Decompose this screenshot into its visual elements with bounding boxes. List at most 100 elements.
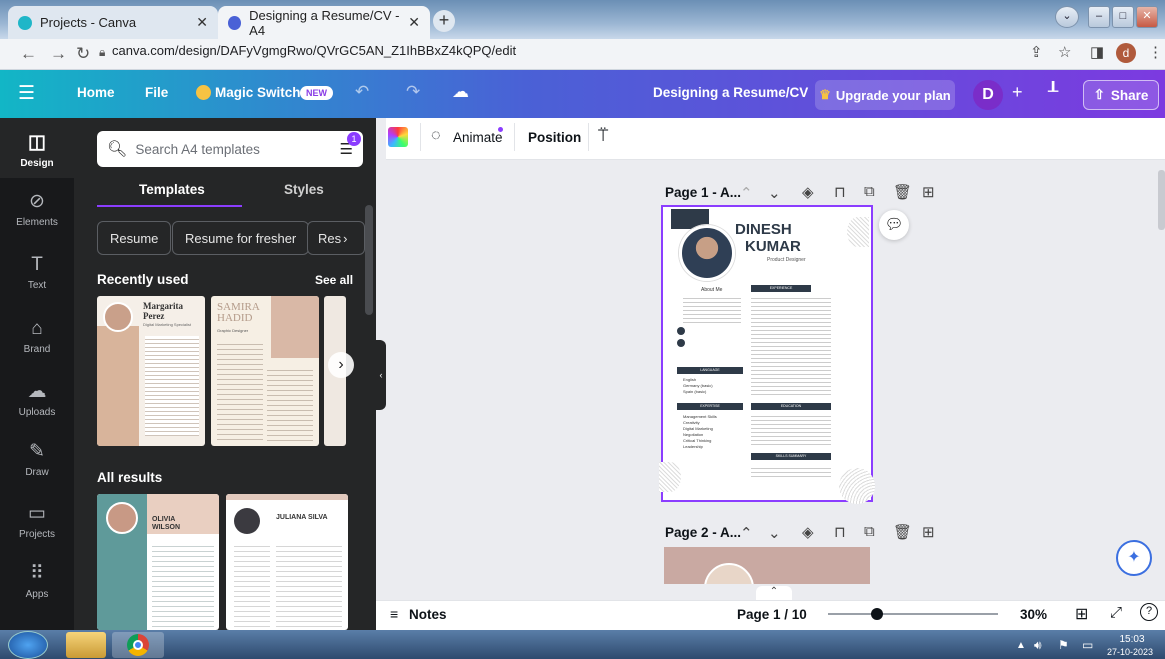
tab-styles[interactable]: Styles — [284, 182, 324, 197]
elements-icon: ⊘ — [29, 191, 45, 212]
chip-resume[interactable]: Resume — [97, 221, 172, 255]
page-panel-toggle-icon[interactable]: ⌃ — [756, 586, 792, 600]
share-button[interactable]: ⇧ Share — [1083, 80, 1159, 110]
notes-button[interactable]: Notes — [409, 607, 447, 622]
page-2-canvas[interactable] — [664, 547, 870, 584]
delete-page-icon[interactable]: 🗑︎ — [893, 183, 912, 201]
forward-icon[interactable]: → — [50, 44, 67, 64]
filter-icon[interactable]: ☰ 1 — [340, 132, 361, 158]
template-thumb-juliana[interactable]: JULIANA SILVA — [226, 494, 348, 630]
zoom-level[interactable]: 30% — [1020, 607, 1047, 622]
insights-chart-icon[interactable]: ┸ — [1048, 82, 1058, 102]
invite-plus-icon[interactable]: + — [1012, 82, 1023, 103]
panel-scrollbar[interactable] — [365, 205, 373, 315]
back-icon[interactable]: ← — [20, 44, 37, 64]
close-tab-icon[interactable]: ✕ — [196, 14, 208, 31]
page-2-label[interactable]: Page 2 - A... — [665, 525, 741, 540]
canvas-scrollbar[interactable] — [1158, 170, 1165, 230]
profile-avatar[interactable]: d — [1116, 43, 1136, 63]
rail-projects[interactable]: ▭ Projects — [0, 502, 74, 540]
grid-view-icon[interactable]: ⊞ — [1075, 604, 1088, 624]
rail-elements[interactable]: ⊘ Elements — [0, 190, 74, 228]
network-icon[interactable]: ⚑ — [1058, 638, 1069, 652]
action-center-icon[interactable]: ▭ — [1082, 638, 1093, 652]
chrome-taskbar-button[interactable] — [112, 632, 164, 658]
lock-icon: 🔒︎ — [99, 45, 106, 59]
page-down-icon[interactable]: ⌄ — [768, 524, 781, 542]
template-thumb-samira[interactable]: SAMIRA HADID Graphic Designer — [211, 296, 319, 446]
animate-button[interactable]: Animate — [453, 130, 503, 145]
browser-menu-icon[interactable]: ⋮ — [1148, 43, 1163, 61]
page-up-icon[interactable]: ⌃ — [740, 524, 753, 542]
template-thumb-olivia[interactable]: OLIVIA WILSON — [97, 494, 219, 630]
bookmark-star-icon[interactable]: ☆ — [1058, 43, 1071, 61]
page-1-label[interactable]: Page 1 - A... — [665, 185, 741, 200]
sidepanel-icon[interactable]: ◨ — [1090, 43, 1104, 61]
chip-res[interactable]: Res › — [307, 221, 365, 255]
tray-arrow-icon[interactable]: ▲ — [1016, 640, 1026, 651]
duplicate-page-icon[interactable]: ⧉ — [864, 183, 875, 200]
fullscreen-icon[interactable]: ⤢ — [1110, 604, 1122, 621]
paint-format-icon[interactable]: ⍡ — [598, 126, 608, 146]
minimize-button[interactable]: – — [1088, 6, 1110, 28]
clock-date[interactable]: 27-10-2023 — [1102, 647, 1158, 657]
lock-page-icon[interactable]: ⊓ — [834, 183, 846, 201]
rail-text[interactable]: T Text — [0, 254, 74, 291]
magic-assistant-icon[interactable]: ✦ — [1116, 540, 1152, 576]
file-explorer-icon[interactable] — [66, 632, 106, 658]
chip-resume-fresher[interactable]: Resume for fresher — [172, 221, 310, 255]
color-picker-icon[interactable] — [388, 127, 408, 147]
tab-templates[interactable]: Templates — [139, 182, 205, 197]
page-down-icon[interactable]: ⌄ — [768, 184, 781, 202]
rail-apps[interactable]: ⠿ Apps — [0, 562, 74, 600]
close-window-button[interactable]: ✕ — [1136, 6, 1158, 28]
magic-switch-button[interactable]: Magic Switch — [215, 85, 301, 100]
share-page-icon[interactable]: ⇪ — [1030, 43, 1043, 61]
tab-designing-resume[interactable]: Designing a Resume/CV - A4 ✕ — [218, 6, 430, 39]
reload-icon[interactable]: ↻ — [76, 44, 90, 64]
rail-brand[interactable]: ⌂ Brand — [0, 318, 74, 355]
add-page-icon[interactable]: ⊞ — [922, 183, 935, 201]
zoom-slider-track[interactable] — [828, 613, 998, 615]
design-title[interactable]: Designing a Resume/CV — [653, 85, 808, 100]
add-page-icon[interactable]: ⊞ — [922, 523, 935, 541]
rail-uploads[interactable]: ☁︎ Uploads — [0, 380, 74, 418]
template-search-input[interactable]: 🔍︎ Search A4 templates ☰ 1 — [97, 131, 363, 167]
hamburger-menu-icon[interactable]: ☰ — [18, 82, 35, 105]
page-1-canvas[interactable]: DINESH KUMAR Product Designer About Me E… — [659, 205, 875, 504]
new-tab-button[interactable]: + — [433, 10, 455, 32]
hide-page-icon[interactable]: ◈ — [802, 523, 814, 541]
template-thumb-margarita[interactable]: Margarita Perez Digital Marketing Specia… — [97, 296, 205, 446]
rail-design[interactable]: ◫ Design — [0, 118, 74, 178]
page-indicator[interactable]: Page 1 / 10 — [737, 607, 807, 622]
close-tab-icon[interactable]: ✕ — [408, 14, 420, 31]
position-button[interactable]: Position — [528, 130, 581, 145]
carousel-next-button[interactable]: › — [328, 352, 354, 378]
tab-search-icon[interactable]: ⌄ — [1055, 6, 1079, 28]
zoom-slider-knob[interactable] — [871, 608, 883, 620]
cloud-saved-icon[interactable]: ☁︎ — [452, 82, 469, 102]
collapse-panel-button[interactable]: ‹ — [376, 340, 386, 410]
page-up-icon[interactable]: ⌃ — [740, 184, 753, 202]
see-all-link[interactable]: See all — [315, 273, 353, 287]
user-avatar[interactable]: D — [973, 80, 1003, 110]
rail-draw[interactable]: ✎ Draw — [0, 440, 74, 478]
template-name: OLIVIA WILSON — [152, 516, 180, 531]
file-button[interactable]: File — [145, 85, 168, 100]
hide-page-icon[interactable]: ◈ — [802, 183, 814, 201]
maximize-button[interactable]: □ — [1112, 6, 1134, 28]
clock-time[interactable]: 15:03 — [1112, 634, 1152, 645]
delete-page-icon[interactable]: 🗑︎ — [893, 523, 912, 541]
add-comment-icon[interactable]: 💬︎ — [879, 210, 909, 240]
windows-start-icon[interactable] — [8, 631, 48, 659]
volume-icon[interactable]: 🔊︎ — [1034, 638, 1042, 653]
lock-page-icon[interactable]: ⊓ — [834, 523, 846, 541]
home-button[interactable]: Home — [77, 85, 115, 100]
help-icon[interactable]: ? — [1140, 603, 1158, 621]
duplicate-page-icon[interactable]: ⧉ — [864, 523, 875, 540]
undo-icon[interactable]: ↶ — [355, 82, 369, 102]
tab-projects[interactable]: Projects - Canva ✕ — [8, 6, 218, 39]
url-field[interactable]: canva.com/design/DAFyVgmgRwo/QVrGC5AN_Z1… — [112, 43, 516, 58]
upgrade-plan-button[interactable]: ♛ Upgrade your plan — [815, 80, 955, 110]
redo-icon[interactable]: ↷ — [406, 82, 420, 102]
